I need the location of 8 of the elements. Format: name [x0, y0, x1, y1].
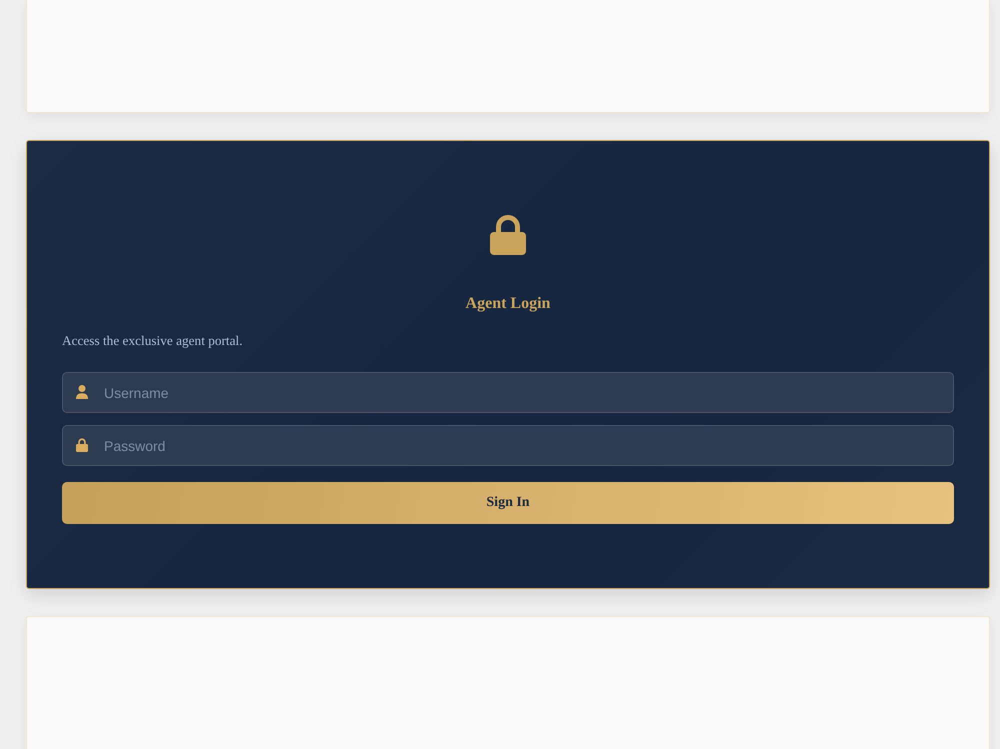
lock-icon: [490, 215, 526, 255]
sign-in-button[interactable]: Sign In: [62, 482, 954, 524]
user-icon: [76, 385, 88, 399]
lock-icon: [76, 438, 88, 452]
username-field[interactable]: Username: [62, 372, 954, 413]
login-title: Agent Login: [466, 294, 550, 314]
password-field[interactable]: Password: [62, 425, 954, 466]
login-description: Access the exclusive agent portal.: [62, 332, 243, 350]
